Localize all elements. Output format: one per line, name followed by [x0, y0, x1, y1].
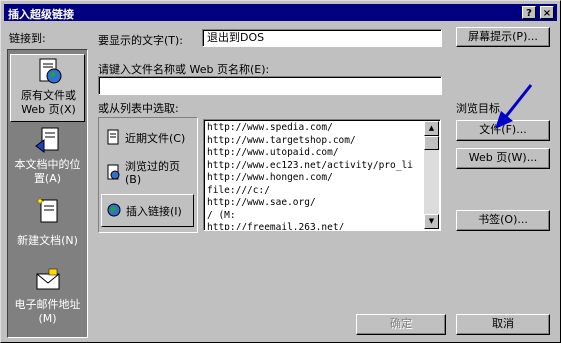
list-item[interactable]: / (M: [207, 210, 425, 223]
globe-document-icon [39, 58, 62, 84]
ok-button[interactable]: 确定 [356, 314, 446, 335]
window-title: 插入超级链接 [8, 8, 74, 21]
list-item[interactable]: http://freemail.263.net/ [207, 222, 425, 230]
vertical-scrollbar[interactable]: ▲ ▼ [424, 121, 439, 229]
choose-list-label: 或从列表中选取: [98, 102, 179, 115]
list-item[interactable]: http://www.spedia.com/ [207, 122, 425, 135]
link-to-sidebar: 原有文件或 Web 页(X) 本文档中的位置(A) 新建文档(N) 电子邮件地址… [7, 49, 88, 338]
scroll-thumb[interactable] [424, 136, 439, 150]
inserted-links-icon [107, 203, 121, 217]
browse-web-page-button[interactable]: Web 页(W)... [456, 148, 550, 169]
list-item[interactable]: http://www.targetshop.com/ [207, 135, 425, 148]
sidebar-item-label: 本文档中的位置(A) [14, 158, 81, 185]
cancel-button[interactable]: 取消 [456, 314, 550, 335]
annotation-arrow-icon [495, 84, 533, 129]
link-to-label: 链接到: [9, 32, 46, 45]
list-item[interactable]: http://www.hongen.com/ [207, 172, 425, 185]
screen-tip-button[interactable]: 屏幕提示(P)... [456, 27, 550, 47]
list-item[interactable]: file:///c:/ [207, 185, 425, 198]
scroll-up-icon[interactable]: ▲ [424, 121, 439, 136]
display-text-input[interactable]: 退出到DOS [202, 29, 442, 47]
sidebar-item-email-address[interactable]: 电子邮件地址(M) [10, 264, 85, 332]
scroll-down-icon[interactable]: ▼ [424, 214, 439, 229]
insert-hyperlink-dialog: 插入超级链接 ? × 链接到: 原有文件或 Web 页(X) 本文档中的位置(A… [0, 0, 561, 343]
sidebar-item-existing-file[interactable]: 原有文件或 Web 页(X) [10, 54, 85, 122]
tab-label: 插入链接(I) [126, 205, 182, 218]
list-item[interactable]: http://www.sae.org/ [207, 197, 425, 210]
tab-browsed-pages[interactable]: 浏览过的页(B) [101, 157, 194, 190]
document-anchor-icon [35, 127, 59, 153]
envelope-icon [36, 268, 60, 290]
tab-label: 近期文件(C) [125, 132, 186, 145]
help-icon[interactable]: ? [522, 6, 536, 19]
browsed-pages-icon [107, 164, 120, 180]
close-icon[interactable]: × [540, 6, 554, 19]
sidebar-item-label: 电子邮件地址(M) [14, 298, 81, 325]
url-rows: http://www.spedia.com/ http://www.target… [207, 122, 425, 230]
list-item[interactable]: http://www.utopaid.com/ [207, 147, 425, 160]
sidebar-item-label: 新建文档(N) [17, 234, 78, 247]
bookmark-button[interactable]: 书签(O)... [456, 210, 550, 231]
address-label: 请键入文件名称或 Web 页名称(E): [98, 63, 270, 76]
new-document-icon [35, 196, 58, 223]
sidebar-item-label: 原有文件或 Web 页(X) [21, 89, 76, 116]
tab-recent-files[interactable]: 近期文件(C) [101, 122, 194, 155]
sidebar-item-new-document[interactable]: 新建文档(N) [10, 194, 85, 262]
tab-inserted-links[interactable]: 插入链接(I) [101, 194, 194, 227]
list-category-panel: 近期文件(C) 浏览过的页(B) 插入链接(I) [98, 117, 198, 233]
sidebar-item-place-in-document[interactable]: 本文档中的位置(A) [10, 124, 85, 192]
title-bar: 插入超级链接 ? × [4, 4, 557, 21]
tab-label: 浏览过的页(B) [125, 160, 180, 186]
recent-files-icon [107, 129, 119, 145]
address-input[interactable] [98, 76, 442, 95]
url-list[interactable]: http://www.spedia.com/ http://www.target… [203, 119, 441, 231]
list-item[interactable]: http://www.ec123.net/activity/pro_li [207, 160, 425, 173]
display-text-label: 要显示的文字(T): [98, 34, 184, 47]
